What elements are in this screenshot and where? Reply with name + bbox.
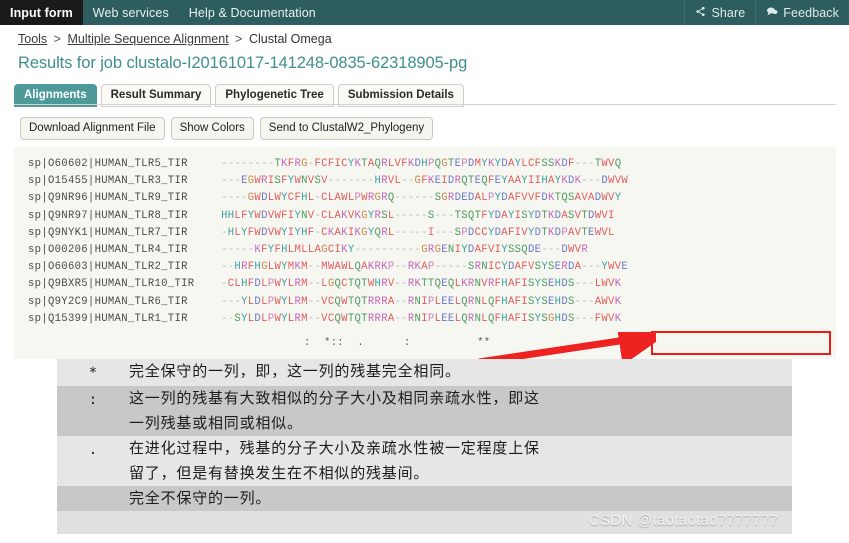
symbol-explanation-block: * 完全保守的一列，即，这一列的残基完全相同。: 这一列的残基有大致相似的分子大小及…	[57, 359, 792, 534]
explanation-text-line: 在进化过程中，残基的分子大小及亲疏水性被一定程度上保	[129, 439, 540, 457]
share-button-label: Share	[711, 5, 746, 20]
share-icon	[695, 6, 706, 20]
alignment-sequence-id: sp|Q9Y2C9|HUMAN_TLR6_TIR	[28, 295, 222, 308]
alignment-row: sp|O15455|HUMAN_TLR3_TIR ---EGWRISFYWNVS…	[28, 173, 628, 190]
explanation-symbol: *	[88, 365, 98, 381]
alignment-sequence-id: sp|Q15399|HUMAN_TLR1_TIR	[28, 312, 222, 325]
alignment-row: sp|Q9NYK1|HUMAN_TLR7_TIR -HLYFWDVWYIYHF-…	[28, 225, 628, 242]
alignment-sequence-residues: --SYLDLPWYLRM--VCQWTQTRRRA--RNIPLEELQRNL…	[221, 312, 622, 325]
download-alignment-file-button-label: Download Alignment File	[29, 122, 156, 134]
alignment-rows-container: sp|O60602|HUMAN_TLR5_TIR --------TKFRG-F…	[28, 156, 628, 328]
page-title: Results for job clustalo-I20161017-14124…	[18, 54, 468, 72]
alignment-sequence-id: sp|O15455|HUMAN_TLR3_TIR	[28, 175, 222, 188]
tab-alignments-label: Alignments	[24, 89, 87, 101]
alignment-sequence-residues: --HRFHGLWYMKM--MWAWLQAKRKP--RKAP-----SRN…	[221, 261, 629, 274]
top-nav-left-group: Input form Web services Help & Documenta…	[0, 0, 326, 25]
breadcrumb-item-tools[interactable]: Tools	[18, 32, 47, 46]
alignment-row: sp|O60602|HUMAN_TLR5_TIR --------TKFRG-F…	[28, 156, 628, 173]
tab-submission-details-label: Submission Details	[347, 89, 454, 101]
page-root: Input form Web services Help & Documenta…	[0, 0, 849, 543]
explanation-row: 完全不保守的一列。	[57, 486, 792, 511]
bottom-white-strip	[0, 534, 849, 543]
alignment-sequence-residues: --------TKFRG-FCFICYKTAQRLVFKDHPQGTEPDMY…	[221, 158, 622, 170]
send-to-clustalw2-phylogeny-button[interactable]: Send to ClustalW2_Phylogeny	[259, 117, 434, 140]
alignment-sequence-id: sp|O00206|HUMAN_TLR4_TIR	[28, 243, 222, 256]
nav-item-help-documentation-label: Help & Documentation	[188, 5, 316, 20]
alignment-row: sp|Q15399|HUMAN_TLR1_TIR --SYLDLPWYLRM--…	[28, 311, 628, 328]
top-navigation-bar: Input form Web services Help & Documenta…	[0, 0, 849, 25]
explanation-row: * 完全保守的一列，即，这一列的残基完全相同。	[57, 359, 792, 386]
explanation-text: 完全保守的一列，即，这一列的残基完全相同。	[129, 359, 792, 384]
alignment-row: sp|O00206|HUMAN_TLR4_TIR -----KFYFHLMLLA…	[28, 242, 628, 259]
alignment-sequence-residues: ---EGWRISFYWNVSV-------HRVL--GFKEIDRQTEQ…	[221, 175, 629, 188]
nav-item-input-form[interactable]: Input form	[0, 0, 83, 25]
speech-bubble-icon	[766, 6, 778, 20]
watermark-text: CSDN @taotaotao7777777	[589, 512, 779, 529]
nav-item-web-services[interactable]: Web services	[83, 0, 179, 25]
feedback-button-label: Feedback	[783, 5, 839, 20]
show-colors-button[interactable]: Show Colors	[170, 117, 254, 140]
alignment-sequence-residues: ----GWDLWYCFHL-CLAWLPWRGRQ------SGRDEDAL…	[221, 192, 622, 205]
explanation-text-line: 一列残基或相同或相似。	[129, 414, 303, 432]
explanation-text-line: 留了，但是有替换发生在不相似的残基间。	[129, 464, 430, 482]
alignment-row: sp|O60603|HUMAN_TLR2_TIR --HRFHGLWYMKM--…	[28, 259, 628, 276]
explanation-row: . 在进化过程中，残基的分子大小及亲疏水性被一定程度上保 留了，但是有替换发生在不相…	[57, 436, 792, 486]
breadcrumb-separator-1: >	[53, 32, 61, 46]
tab-bar-underline	[14, 104, 836, 105]
alignment-sequence-residues: -CLHFDLPWYLRM--LGQCTQTWHRV--RKTTQEQLKRNV…	[221, 278, 622, 291]
download-alignment-file-button[interactable]: Download Alignment File	[20, 117, 165, 140]
nav-item-help-documentation[interactable]: Help & Documentation	[179, 0, 326, 25]
tab-result-summary-label: Result Summary	[110, 89, 202, 101]
tab-phylogenetic-tree-label: Phylogenetic Tree	[225, 89, 324, 101]
explanation-symbol	[57, 486, 129, 488]
alignment-sequence-id: sp|O60603|HUMAN_TLR2_TIR	[28, 261, 222, 274]
breadcrumb-item-clustal-omega: Clustal Omega	[248, 32, 332, 46]
top-nav-spacer	[326, 0, 685, 25]
alignment-row: sp|Q9Y2C9|HUMAN_TLR6_TIR ---YLDLPWYLRM--…	[28, 294, 628, 311]
send-to-clustalw2-phylogeny-button-label: Send to ClustalW2_Phylogeny	[268, 122, 425, 134]
alignment-row: sp|Q9NR97|HUMAN_TLR8_TIR HHLFYWDVWFIYNV-…	[28, 208, 628, 225]
explanation-text-line: 这一列的残基有大致相似的分子大小及相同亲疏水性，即这	[129, 389, 540, 407]
show-colors-button-label: Show Colors	[179, 122, 245, 134]
nav-item-input-form-label: Input form	[10, 5, 73, 20]
alignment-sequence-id: sp|Q9NYK1|HUMAN_TLR7_TIR	[28, 226, 222, 239]
alignment-sequence-id: sp|Q9NR96|HUMAN_TLR9_TIR	[28, 192, 222, 205]
alignment-sequence-residues: HHLFYWDVWFIYNV-CLAKVKGYRSL-----S---TSQTF…	[221, 209, 615, 222]
alignment-sequence-id: sp|Q9NR97|HUMAN_TLR8_TIR	[28, 209, 222, 222]
nav-item-web-services-label: Web services	[92, 5, 169, 20]
explanation-symbol: :	[88, 392, 98, 408]
explanation-text: 这一列的残基有大致相似的分子大小及相同亲疏水性，即这 一列残基或相同或相似。	[129, 386, 792, 436]
explanation-symbol: .	[88, 442, 98, 458]
alignment-sequence-residues: -----KFYFHLMLLAGCIKY----------GRGENIYDAF…	[221, 243, 589, 256]
conservation-symbols-line: : *:: . : **	[304, 337, 491, 349]
breadcrumb-separator-2: >	[235, 32, 243, 46]
top-nav-right-group: Share Feedback	[684, 0, 849, 25]
alignment-sequence-residues: -HLYFWDVWYIYHF-CKAKIKGYQRL-----I---SPDCC…	[221, 226, 615, 239]
alignment-sequence-residues: ---YLDLPWYLRM--VCQWTQTRRRA--RNIPLEELQRNL…	[221, 295, 622, 308]
alignment-result-panel[interactable]: sp|O60602|HUMAN_TLR5_TIR --------TKFRG-F…	[14, 147, 836, 359]
alignment-action-buttons: Download Alignment File Show Colors Send…	[20, 117, 434, 140]
alignment-row: sp|Q9NR96|HUMAN_TLR9_TIR ----GWDLWYCFHL-…	[28, 190, 628, 207]
breadcrumb: Tools > Multiple Sequence Alignment > Cl…	[18, 32, 332, 46]
alignment-row: sp|Q9BXR5|HUMAN_TLR10_TIR -CLHFDLPWYLRM-…	[28, 276, 628, 293]
explanation-text-line: 完全保守的一列，即，这一列的残基完全相同。	[129, 362, 461, 380]
alignment-sequence-id: sp|Q9BXR5|HUMAN_TLR10_TIR	[28, 278, 222, 291]
explanation-row: : 这一列的残基有大致相似的分子大小及相同亲疏水性，即这 一列残基或相同或相似。	[57, 386, 792, 436]
explanation-text-line: 完全不保守的一列。	[129, 489, 272, 507]
breadcrumb-item-multiple-sequence-alignment[interactable]: Multiple Sequence Alignment	[67, 32, 228, 46]
feedback-button[interactable]: Feedback	[755, 0, 849, 25]
explanation-text: 在进化过程中，残基的分子大小及亲疏水性被一定程度上保 留了，但是有替换发生在不相似…	[129, 436, 792, 486]
share-button[interactable]: Share	[684, 0, 755, 25]
explanation-text: 完全不保守的一列。	[129, 486, 792, 511]
alignment-sequence-id: sp|O60602|HUMAN_TLR5_TIR	[28, 158, 222, 170]
